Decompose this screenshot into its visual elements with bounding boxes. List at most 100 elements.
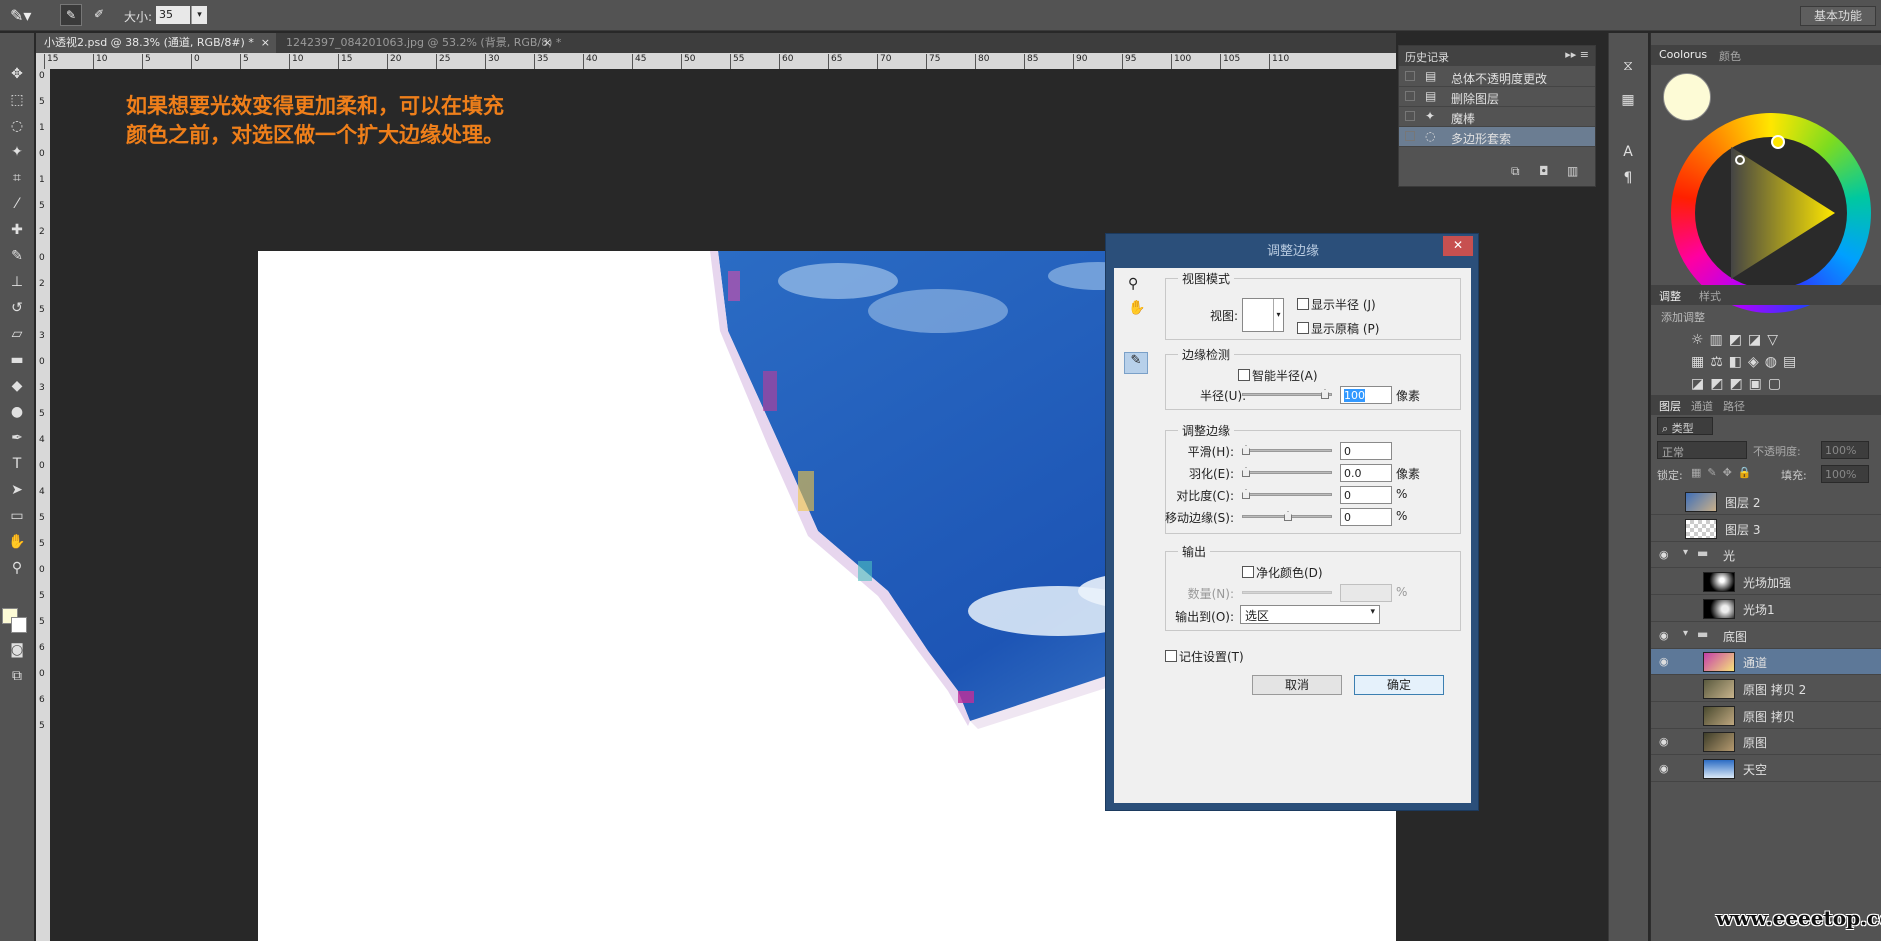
hand-tool-icon[interactable]: ✋ (1128, 300, 1145, 316)
slider-thumb[interactable] (1284, 511, 1292, 521)
view-preview-dropdown[interactable]: ▾ (1242, 298, 1284, 332)
show-original-checkbox[interactable] (1297, 322, 1309, 334)
slider-thumb[interactable] (1242, 489, 1250, 499)
path-select-icon[interactable]: ➤ (6, 479, 28, 501)
layer-row[interactable]: 原图 拷贝 2 (1651, 676, 1881, 702)
eye-icon[interactable]: ◉ (1659, 655, 1673, 669)
chevron-down-icon[interactable]: ▾ (1683, 628, 1688, 639)
screen-mode-icon[interactable]: ⧉ (6, 665, 28, 687)
visibility-toggle[interactable] (1659, 575, 1673, 589)
marquee-tool-icon[interactable]: ⬚ (6, 89, 28, 111)
output-to-select[interactable]: 选区 ▾ (1240, 605, 1380, 624)
history-item[interactable]: ▤ 总体不透明度更改 (1399, 67, 1595, 87)
tab-adjustments[interactable]: 调整 (1659, 288, 1681, 304)
dodge-tool-icon[interactable]: ● (6, 401, 28, 423)
blur-tool-icon[interactable]: ◆ (6, 375, 28, 397)
ok-button[interactable]: 确定 (1354, 675, 1444, 695)
checkbox-icon[interactable] (1405, 111, 1415, 121)
layer-row[interactable]: 图层 3 (1651, 516, 1881, 542)
tab-styles[interactable]: 样式 (1699, 288, 1721, 304)
history-panel-icon[interactable]: ⧖ (1617, 55, 1639, 77)
hand-tool-icon[interactable]: ✋ (6, 531, 28, 553)
hue-marker[interactable] (1771, 135, 1785, 149)
eye-icon[interactable]: ◉ (1659, 762, 1673, 776)
lock-icons[interactable]: ▦✎✥🔒 (1691, 466, 1758, 479)
magic-wand-icon[interactable]: ✦ (6, 141, 28, 163)
cancel-button[interactable]: 取消 (1252, 675, 1342, 695)
tab-document-1[interactable]: 小透视2.psd @ 38.3% (通道, RGB/8#) * × (36, 33, 276, 53)
brush-tool-icon[interactable]: ✎ (6, 245, 28, 267)
slider-thumb[interactable] (1242, 467, 1250, 477)
history-item[interactable]: ✦ 魔棒 (1399, 107, 1595, 127)
shift-edge-input[interactable]: 0 (1340, 508, 1392, 526)
healing-brush-icon[interactable]: ✚ (6, 219, 28, 241)
eyedropper-icon[interactable]: ⁄ (6, 193, 28, 215)
blend-mode-select[interactable]: 正常 (1657, 441, 1747, 459)
smart-radius-checkbox[interactable] (1238, 369, 1250, 381)
close-icon[interactable]: × (543, 33, 552, 53)
layer-group-row[interactable]: ◉ ▾ ▬ 光 (1651, 542, 1881, 569)
feather-input[interactable]: 0.0 (1340, 464, 1392, 482)
radius-slider[interactable] (1242, 389, 1332, 399)
slider-thumb[interactable] (1321, 389, 1329, 399)
refine-radius-tool-icon[interactable]: ✎ (1124, 352, 1148, 374)
visibility-toggle[interactable] (1659, 495, 1673, 509)
feather-slider[interactable] (1242, 467, 1332, 477)
layer-row[interactable]: 图层 2 (1651, 489, 1881, 515)
shift-edge-slider[interactable] (1242, 511, 1332, 521)
tab-coolorus[interactable]: Coolorus (1659, 48, 1707, 61)
color-wheel-area[interactable] (1651, 65, 1881, 313)
character-panel-icon[interactable]: A (1617, 141, 1639, 163)
adjustment-icons[interactable]: ☼▥◩◪▽ ▦⚖◧◈◍▤ ◪◩◩▣▢ (1691, 329, 1841, 395)
layer-row[interactable]: ◉ 通道 (1651, 649, 1881, 676)
visibility-toggle[interactable] (1659, 682, 1673, 696)
remember-settings-checkbox[interactable] (1165, 650, 1177, 662)
opacity-input[interactable]: 100% (1821, 441, 1869, 459)
checkbox-icon[interactable] (1405, 71, 1415, 81)
shape-tool-icon[interactable]: ▭ (6, 505, 28, 527)
type-tool-icon[interactable]: T (6, 453, 28, 475)
snapshot-icon[interactable]: ◘ (1539, 164, 1549, 178)
decontaminate-checkbox[interactable] (1242, 566, 1254, 578)
workspace-button[interactable]: 基本功能 (1800, 6, 1876, 26)
paragraph-panel-icon[interactable]: ¶ (1617, 167, 1639, 189)
history-item[interactable]: ◌ 多边形套索 (1399, 127, 1595, 147)
checkbox-icon[interactable] (1405, 131, 1415, 141)
pen-tool-icon[interactable]: ✒ (6, 427, 28, 449)
layer-row[interactable]: 原图 拷贝 (1651, 703, 1881, 729)
eye-icon[interactable]: ◉ (1659, 735, 1673, 749)
tab-paths[interactable]: 路径 (1723, 398, 1745, 414)
brush-preset-icon[interactable]: ✎▾ (10, 6, 44, 26)
trash-icon[interactable]: ▥ (1567, 164, 1578, 178)
zoom-tool-icon[interactable]: ⚲ (1128, 276, 1138, 292)
visibility-toggle[interactable] (1659, 602, 1673, 616)
lasso-tool-icon[interactable]: ◌ (6, 115, 28, 137)
history-item[interactable]: ▤ 删除图层 (1399, 87, 1595, 107)
dialog-close-button[interactable]: ✕ (1443, 236, 1473, 256)
eraser-refine-icon[interactable]: ✐ (88, 4, 110, 26)
eye-icon[interactable]: ◉ (1659, 629, 1673, 643)
visibility-toggle[interactable] (1659, 522, 1673, 536)
contrast-slider[interactable] (1242, 489, 1332, 499)
show-radius-checkbox[interactable] (1297, 298, 1309, 310)
quick-mask-icon[interactable]: ◙ (6, 639, 28, 661)
tab-color[interactable]: 颜色 (1719, 48, 1741, 64)
gradient-tool-icon[interactable]: ▬ (6, 349, 28, 371)
size-input[interactable]: 35 (156, 6, 190, 24)
size-dropdown-icon[interactable]: ▾ (191, 6, 207, 24)
radius-input[interactable]: 100 (1340, 386, 1392, 404)
eraser-tool-icon[interactable]: ▱ (6, 323, 28, 345)
quick-selection-icon[interactable]: ✎ (60, 4, 82, 26)
visibility-toggle[interactable] (1659, 709, 1673, 723)
smooth-input[interactable]: 0 (1340, 442, 1392, 460)
properties-panel-icon[interactable]: ▦ (1617, 89, 1639, 111)
fill-input[interactable]: 100% (1821, 465, 1869, 483)
stamp-tool-icon[interactable]: ⊥ (6, 271, 28, 293)
tab-document-2[interactable]: 1242397_084201063.jpg @ 53.2% (背景, RGB/8… (278, 33, 561, 53)
close-icon[interactable]: × (261, 33, 270, 53)
saturation-triangle[interactable] (1695, 137, 1847, 289)
checkbox-icon[interactable] (1405, 91, 1415, 101)
current-color-swatch[interactable] (1663, 73, 1711, 121)
layer-group-row[interactable]: ◉ ▾ ▬ 底图 (1651, 623, 1881, 649)
layer-row[interactable]: ◉ 原图 (1651, 729, 1881, 756)
